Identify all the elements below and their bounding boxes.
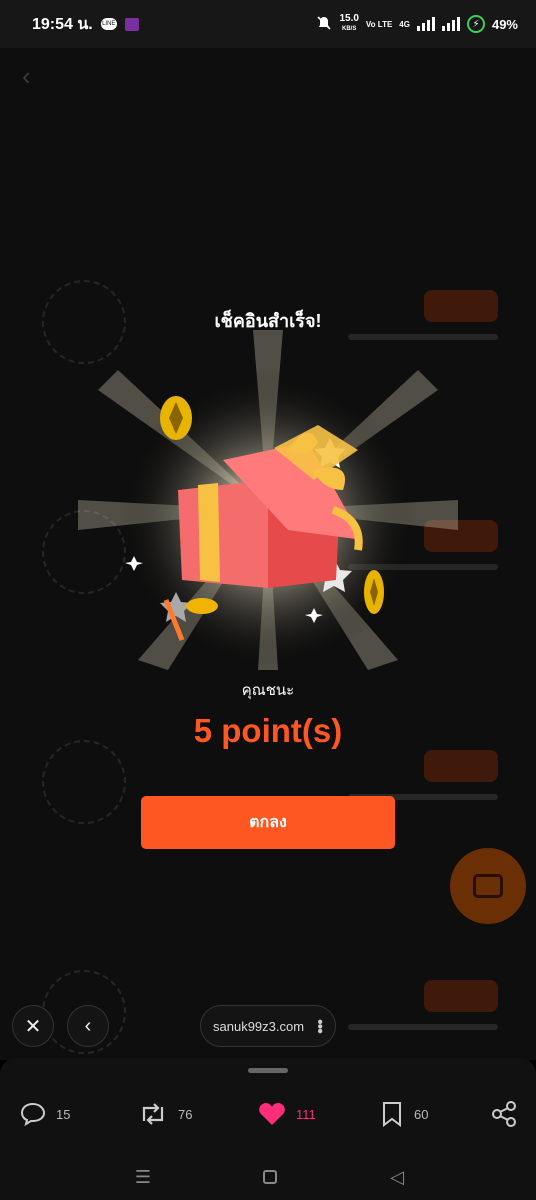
battery-level: 49% [491, 16, 518, 32]
line-app-icon: LINE [100, 18, 117, 30]
close-icon: ✕ [24, 1015, 42, 1038]
ok-button[interactable]: ตกลง [141, 796, 395, 849]
signal-icon [416, 17, 435, 31]
coin-icon [364, 570, 384, 614]
mute-icon [316, 15, 332, 34]
post-actions: 15 76 111 60 [0, 1096, 536, 1132]
background-task-1 [38, 206, 498, 364]
points-reward: 5 point(s) [193, 712, 343, 749]
background-task-0 [38, 108, 498, 116]
heart-icon [259, 1103, 285, 1125]
like-count: 111 [296, 1106, 316, 1122]
network-speed: 15.0 KB/S [339, 13, 359, 33]
repost-icon [142, 1103, 164, 1125]
repost-action[interactable]: 76 [138, 1096, 192, 1132]
bookmark-count: 60 [414, 1106, 429, 1122]
status-time: 19:54 น. [32, 15, 93, 33]
like-action[interactable]: 111 [258, 1096, 316, 1132]
system-back-button[interactable]: ◁ [382, 1162, 412, 1192]
home-button[interactable] [255, 1162, 285, 1192]
triangle-back-icon: ◁ [390, 1166, 404, 1187]
chat-icon [473, 874, 503, 898]
status-bar: 19:54 น. LINE 15.0 KB/S Vo LTE 4G ⚡ 49% [0, 0, 536, 48]
back-arrow-icon: ‹ [22, 60, 31, 91]
repost-count: 76 [178, 1106, 193, 1122]
recent-apps-button[interactable]: ☰ [128, 1162, 158, 1192]
share-action[interactable] [490, 1096, 518, 1132]
network-type: 4G [399, 19, 410, 29]
close-button[interactable]: ✕ [12, 1005, 54, 1047]
comment-icon [20, 1102, 46, 1127]
url-text: sanuk99z3.com [213, 1018, 305, 1034]
win-label: คุณชนะ [241, 682, 295, 699]
bookmark-action[interactable]: 60 [380, 1096, 428, 1132]
menu-icon: ☰ [134, 1166, 152, 1187]
bookmark-icon [383, 1102, 401, 1127]
chevron-left-icon: ‹ [84, 1014, 92, 1037]
system-navbar: ☰ ◁ [0, 1158, 536, 1200]
sheet-handle[interactable] [248, 1068, 288, 1073]
comment-action[interactable]: 15 [20, 1096, 70, 1132]
notification-app-icon [124, 17, 139, 31]
more-options-icon[interactable]: ••• [311, 1019, 328, 1033]
home-icon [263, 1170, 277, 1184]
volte-indicator: Vo LTE [365, 19, 393, 29]
background-header: ‹ [0, 48, 536, 104]
bottom-sheet: 15 76 111 60 ☰ ◁ [0, 1058, 536, 1200]
url-pill[interactable]: sanuk99z3.com ••• [200, 1005, 336, 1047]
coin-icon [160, 396, 192, 440]
chat-fab-button[interactable] [450, 848, 526, 924]
gift-illustration [78, 330, 458, 670]
share-icon [492, 1101, 516, 1127]
comment-count: 15 [56, 1106, 71, 1122]
back-button[interactable]: ‹ [67, 1005, 109, 1047]
signal-icon-2 [441, 17, 460, 31]
battery-charging-icon: ⚡ [466, 15, 485, 33]
